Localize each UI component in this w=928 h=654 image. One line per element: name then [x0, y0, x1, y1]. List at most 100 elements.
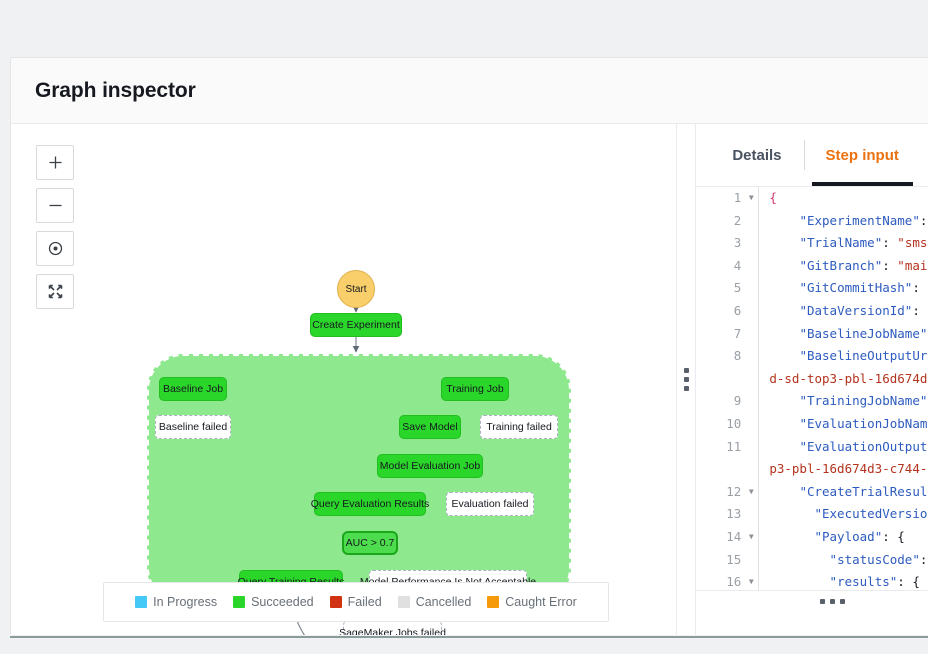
legend-item: Cancelled: [397, 595, 472, 609]
graph-node-auc-choice[interactable]: AUC > 0.7: [342, 531, 398, 555]
drag-dots-horizontal-icon: [820, 599, 846, 604]
graph-node-label: SageMaker Jobs failed: [339, 627, 446, 635]
line-number: 6: [696, 299, 745, 323]
code-text: "EvaluationOutputUri":: [758, 435, 928, 459]
line-number: 4: [696, 254, 745, 278]
target-icon: [48, 241, 62, 256]
legend-label: Cancelled: [415, 595, 472, 609]
code-line: 6 "DataVersionId": "g4M2R: [696, 299, 928, 323]
code-line-wrapped: d-sd-top3-pbl-16d674d3-c7: [696, 367, 928, 391]
graph-node-label: Training Job: [446, 383, 504, 395]
graph-node-query-evaluation-results[interactable]: Query Evaluation Results: [311, 492, 429, 516]
fold-toggle-icon[interactable]: ▼: [744, 187, 758, 210]
graph-node-model-evaluation-job[interactable]: Model Evaluation Job: [377, 454, 483, 478]
detail-tabs: Details Step input: [696, 124, 928, 187]
code-line: 1 ▼{: [696, 187, 928, 210]
fold-toggle-icon[interactable]: ▼: [744, 481, 758, 504]
bottom-divider: [10, 636, 928, 638]
code-line: 15 "statusCode": 200,: [696, 548, 928, 572]
legend-swatch-icon: [329, 596, 342, 608]
line-number: 9: [696, 390, 745, 413]
legend-swatch-icon: [397, 596, 410, 608]
code-text: "EvaluationJobName": "s: [758, 412, 928, 436]
plus-icon: [49, 156, 61, 169]
line-number: [696, 367, 745, 391]
graph-node-training-job[interactable]: Training Job: [441, 377, 509, 401]
fold-toggle-icon[interactable]: ▼: [744, 526, 758, 549]
graph-node-label: Create Experiment: [312, 319, 400, 331]
legend-swatch-icon: [233, 596, 246, 608]
code-text: "BaselineOutputUri": "s: [758, 345, 928, 368]
page-title: Graph inspector: [35, 78, 196, 102]
graph-node-save-model[interactable]: Save Model: [399, 415, 461, 439]
code-line: 4 "GitBranch": "main",: [696, 254, 928, 278]
detail-panel: Details Step input 1 ▼{2 "ExperimentName":…: [696, 124, 928, 635]
panel-vertical-resize-handle[interactable]: [676, 124, 697, 635]
card-body: Start Create Experiment Baseline Job Baseli…: [11, 124, 928, 635]
step-input-code-viewer[interactable]: 1▼{2 "ExperimentName": "smsd3 "TrialName…: [696, 187, 928, 612]
line-number: 3: [696, 232, 745, 255]
code-line: 11 "EvaluationOutputUri":: [696, 435, 928, 459]
code-line: 8 "BaselineOutputUri": "s: [696, 345, 928, 368]
graph-node-create-experiment[interactable]: Create Experiment: [310, 313, 402, 337]
graph-node-training-failed[interactable]: Training failed: [480, 415, 558, 439]
zoom-out-button[interactable]: [36, 188, 74, 223]
graph-canvas[interactable]: Start Create Experiment Baseline Job Baseli…: [11, 124, 677, 635]
code-line: 9 "TrainingJobName": "sms: [696, 390, 928, 413]
code-text: "ExperimentName": "smsd: [758, 209, 928, 233]
code-text: {: [758, 187, 928, 210]
line-number: 15: [696, 548, 745, 572]
code-line-wrapped: p3-pbl-16d674d3-c744-4263: [696, 458, 928, 481]
card-header: Graph inspector: [11, 58, 928, 124]
tab-details[interactable]: Details: [710, 124, 803, 186]
status-legend: In Progress Succeeded Failed Cancelled Caugh…: [103, 582, 609, 622]
legend-label: Caught Error: [505, 595, 577, 609]
graph-node-label: Save Model: [402, 421, 458, 433]
fullscreen-button[interactable]: [36, 274, 74, 309]
minus-icon: [49, 204, 61, 207]
code-text: "BaselineJobName": "sms: [758, 322, 928, 346]
line-number: 11: [696, 435, 745, 459]
graph-node-label: Start: [345, 283, 367, 295]
graph-node-evaluation-failed[interactable]: Evaluation failed: [446, 492, 534, 516]
line-number: 10: [696, 412, 745, 436]
code-text: "GitBranch": "main",: [758, 254, 928, 278]
graph-node-start[interactable]: Start: [337, 270, 375, 308]
graph-node-label: Training failed: [486, 421, 552, 433]
tab-step-input[interactable]: Step input: [803, 124, 921, 186]
line-number: 12: [696, 480, 745, 504]
graph-inspector-card: Graph inspector Start Create Experiment …: [10, 57, 928, 635]
graph-node-label: AUC > 0.7: [345, 537, 395, 549]
legend-item: In Progress: [135, 595, 217, 609]
graph-inspector-page: Graph inspector Start Create Experiment …: [0, 0, 928, 654]
code-text: "ExecutedVersion": "$: [758, 503, 928, 526]
graph-node-baseline-failed[interactable]: Baseline failed: [155, 415, 231, 439]
code-text: "statusCode": 200,: [758, 548, 928, 572]
line-number: 2: [696, 209, 745, 233]
panel-horizontal-resize-handle[interactable]: [696, 590, 928, 612]
zoom-in-button[interactable]: [36, 145, 74, 180]
graph-node-baseline-job[interactable]: Baseline Job: [159, 377, 227, 401]
graph-node-sagemaker-jobs-failed[interactable]: SageMaker Jobs failed: [339, 621, 446, 635]
code-text: "TrainingJobName": "sms: [758, 390, 928, 413]
code-text: "CreateTrialResults": {: [758, 480, 928, 504]
legend-item: Caught Error: [487, 595, 577, 609]
line-number: 1: [696, 187, 745, 210]
zoom-controls: [36, 145, 74, 309]
line-number: 5: [696, 277, 745, 300]
code-text: d-sd-top3-pbl-16d674d3-c7: [758, 367, 928, 391]
code-text: "GitCommitHash": "b5c95: [758, 277, 928, 300]
code-line: 14 ▼ "Payload": {: [696, 525, 928, 549]
center-graph-button[interactable]: [36, 231, 74, 266]
code-text: "DataVersionId": "g4M2R: [758, 299, 928, 323]
code-line: 5 "GitCommitHash": "b5c95: [696, 277, 928, 300]
